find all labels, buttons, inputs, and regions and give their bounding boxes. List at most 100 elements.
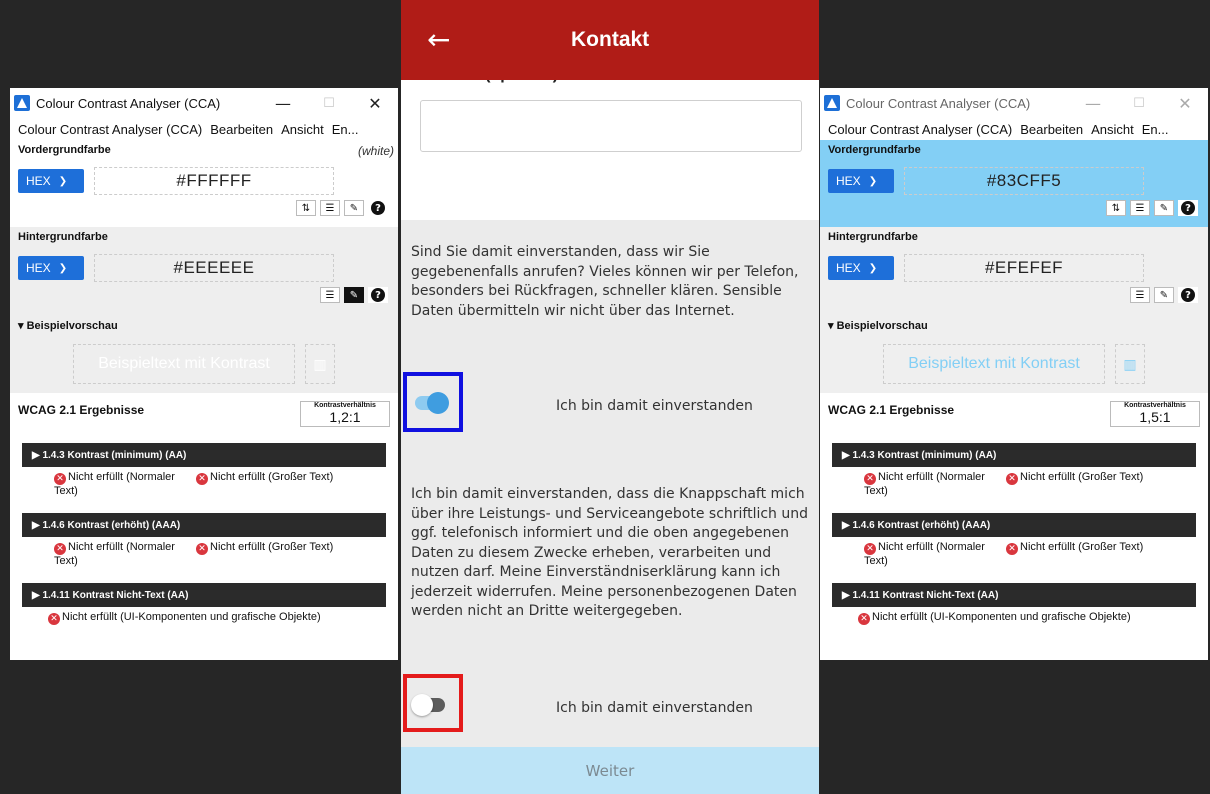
menu-bar: Colour Contrast Analyser (CCA) Bearbeite… [10,118,398,140]
background-hex-input[interactable]: #EEEEEE [94,254,334,282]
ratio-label: Kontrastverhältnis [1124,402,1186,409]
menu-item-more[interactable]: En... [332,122,359,137]
continue-button[interactable]: Weiter [401,747,819,794]
cca-app-icon [14,95,30,111]
help-icon[interactable]: ? [1178,287,1198,303]
background-section: Hintergrundfarbe HEX ❯ #EFEFEF ☰ ✎ ? [820,227,1208,313]
consent-info-toggle[interactable] [411,694,445,716]
foreground-section: Vordergrundfarbe (white) HEX ❯ #FFFFFF ⇅ … [10,140,398,227]
ratio-value: 1,2:1 [329,409,361,425]
preview-section: ▾ Beispielvorschau Beispieltext mit Kont… [820,313,1208,393]
criterion-1-4-3[interactable]: ▶ 1.4.3 Kontrast (minimum) (AA) [832,443,1196,467]
criterion-1-4-11[interactable]: ▶ 1.4.11 Kontrast Nicht-Text (AA) [22,583,386,607]
ratio-label: Kontrastverhältnis [314,402,376,409]
preview-text: Beispieltext mit Kontrast [883,344,1105,384]
swap-colors-icon[interactable]: ⇅ [296,200,316,216]
fail-icon: ✕ [864,473,876,485]
background-label: Hintergrundfarbe [828,231,918,243]
criterion-1-4-6[interactable]: ▶ 1.4.6 Kontrast (erhöht) (AAA) [22,513,386,537]
phone-input[interactable] [420,100,802,152]
format-select[interactable]: HEX ❯ [18,256,84,280]
close-button[interactable]: ✕ [1162,88,1208,118]
sliders-icon[interactable]: ☰ [1130,287,1150,303]
preview-toggle[interactable]: ▾ Beispielvorschau [18,319,390,332]
fail-icon: ✕ [864,543,876,555]
criterion-1-4-6[interactable]: ▶ 1.4.6 Kontrast (erhöht) (AAA) [832,513,1196,537]
sliders-icon[interactable]: ☰ [320,200,340,216]
preview-text: Beispieltext mit Kontrast [73,344,295,384]
eyedropper-icon[interactable]: ✎ [344,200,364,216]
consent-info-label: Ich bin damit einverstanden [556,700,753,716]
cca-window-left: Colour Contrast Analyser (CCA) — ☐ ✕ Col… [10,88,398,660]
toggle-knob [427,392,449,414]
fail-icon: ✕ [54,543,66,555]
cca-app-icon [824,95,840,111]
chevron-down-icon: ❯ [868,262,878,274]
mobile-app-screen: Telefon (optional) ← Kontakt Sind Sie da… [401,0,819,794]
eyedropper-icon[interactable]: ✎ [344,287,364,303]
background-hex-input[interactable]: #EFEFEF [904,254,1144,282]
swap-colors-icon[interactable]: ⇅ [1106,200,1126,216]
results-section: WCAG 2.1 Ergebnisse Kontrastverhältnis 1… [820,393,1208,625]
format-select[interactable]: HEX ❯ [828,169,894,193]
menu-item-edit[interactable]: Bearbeiten [210,122,273,137]
help-icon[interactable]: ? [1178,200,1198,216]
toggle-knob [411,694,433,716]
help-icon[interactable]: ? [368,200,388,216]
menu-item-app[interactable]: Colour Contrast Analyser (CCA) [18,122,202,137]
fail-icon: ✕ [1006,543,1018,555]
fail-icon: ✕ [858,613,870,625]
format-select[interactable]: HEX ❯ [18,169,84,193]
title-bar: Colour Contrast Analyser (CCA) — ☐ ✕ [10,88,398,118]
eyedropper-icon[interactable]: ✎ [1154,287,1174,303]
cca-window-right: Colour Contrast Analyser (CCA) — ☐ ✕ Col… [820,88,1208,660]
window-title: Colour Contrast Analyser (CCA) [36,95,221,111]
foreground-hex-input[interactable]: #83CFF5 [904,167,1144,195]
chevron-down-icon: ❯ [58,175,68,187]
help-icon[interactable]: ? [368,287,388,303]
chart-preview-icon: ▥ [305,344,335,384]
chevron-down-icon: ❯ [868,175,878,187]
close-button[interactable]: ✕ [352,88,398,118]
background-label: Hintergrundfarbe [18,231,108,243]
fail-icon: ✕ [196,473,208,485]
ratio-value: 1,5:1 [1139,409,1171,425]
sliders-icon[interactable]: ☰ [1130,200,1150,216]
foreground-label: Vordergrundfarbe [828,144,921,156]
sliders-icon[interactable]: ☰ [320,287,340,303]
title-bar: Colour Contrast Analyser (CCA) — ☐ ✕ [820,88,1208,118]
maximize-button[interactable]: ☐ [1116,88,1162,118]
contrast-ratio-box: Kontrastverhältnis 1,5:1 [1110,401,1200,427]
results-section: WCAG 2.1 Ergebnisse Kontrastverhältnis 1… [10,393,398,625]
results-title: WCAG 2.1 Ergebnisse [828,403,955,417]
fail-icon: ✕ [196,543,208,555]
fail-icon: ✕ [48,613,60,625]
format-select[interactable]: HEX ❯ [828,256,894,280]
contrast-ratio-box: Kontrastverhältnis 1,2:1 [300,401,390,427]
menu-item-view[interactable]: Ansicht [281,122,324,137]
criterion-1-4-3[interactable]: ▶ 1.4.3 Kontrast (minimum) (AA) [22,443,386,467]
maximize-button[interactable]: ☐ [306,88,352,118]
foreground-hex-input[interactable]: #FFFFFF [94,167,334,195]
consent-info-row: Ich bin damit einverstanden [401,674,819,734]
menu-item-more[interactable]: En... [1142,122,1169,137]
chart-preview-icon: ▥ [1115,344,1145,384]
arrow-left-icon[interactable]: ← [427,26,450,54]
consent-call-text: Sind Sie damit einverstanden, dass wir S… [411,244,799,319]
preview-toggle[interactable]: ▾ Beispielvorschau [828,319,1200,332]
menu-item-view[interactable]: Ansicht [1091,122,1134,137]
fail-icon: ✕ [54,473,66,485]
fail-icon: ✕ [1006,473,1018,485]
minimize-button[interactable]: — [1070,88,1116,118]
criterion-1-4-11[interactable]: ▶ 1.4.11 Kontrast Nicht-Text (AA) [832,583,1196,607]
color-name-note: (white) [357,144,394,158]
menu-bar: Colour Contrast Analyser (CCA) Bearbeite… [820,118,1208,140]
menu-item-app[interactable]: Colour Contrast Analyser (CCA) [828,122,1012,137]
eyedropper-icon[interactable]: ✎ [1154,200,1174,216]
app-header: ← Kontakt [401,0,819,80]
menu-item-edit[interactable]: Bearbeiten [1020,122,1083,137]
consent-call-toggle[interactable] [415,392,449,414]
foreground-label: Vordergrundfarbe [18,144,111,156]
chevron-down-icon: ❯ [58,262,68,274]
minimize-button[interactable]: — [260,88,306,118]
